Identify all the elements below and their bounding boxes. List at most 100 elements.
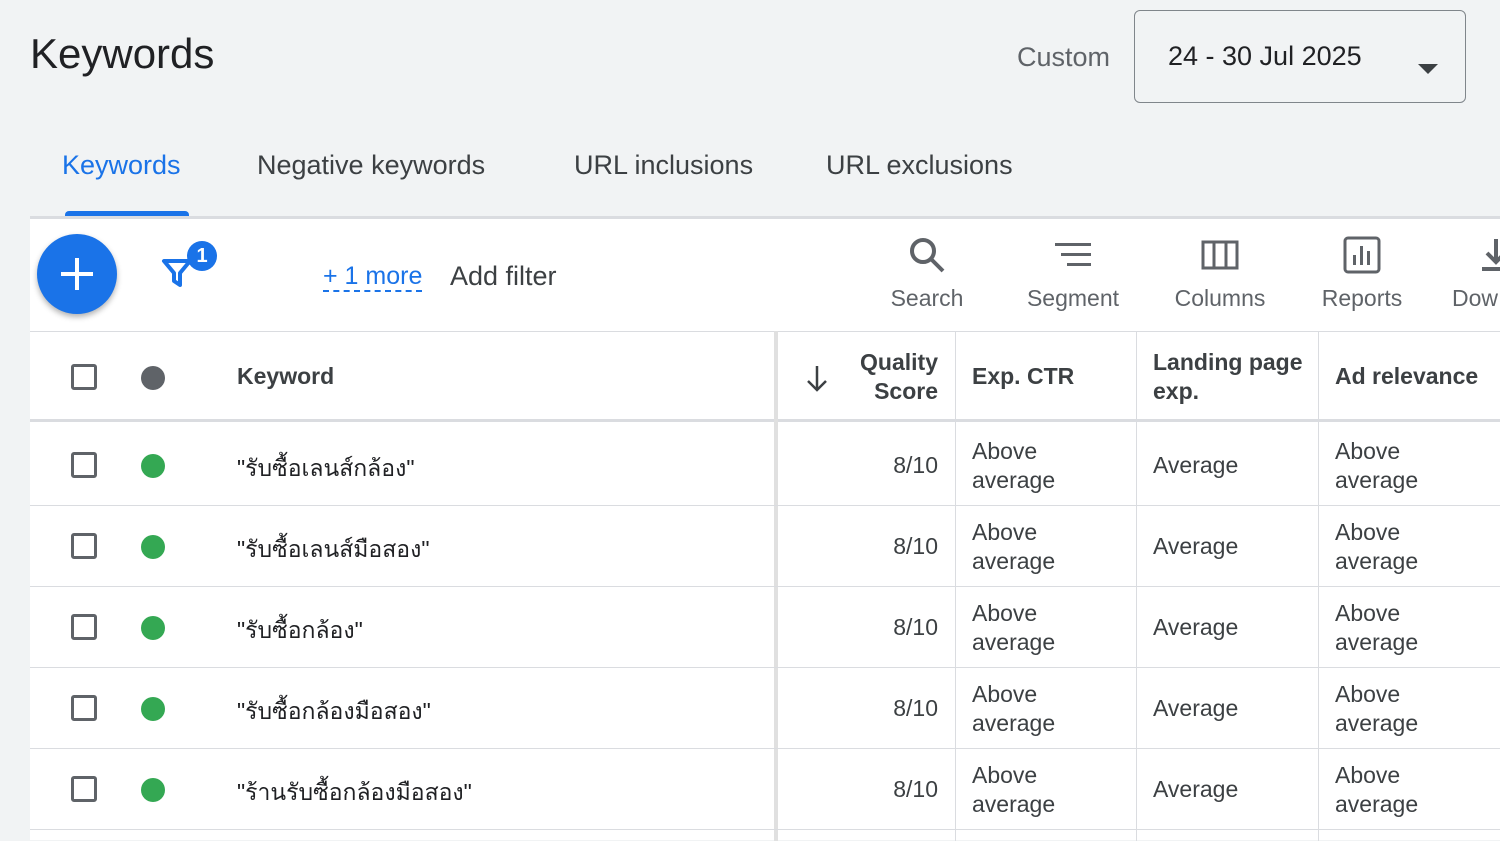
exp-ctr-column-header[interactable]: Exp. CTR (972, 363, 1074, 390)
tab-url-inclusions[interactable]: URL inclusions (574, 150, 753, 181)
download-icon (1482, 239, 1500, 271)
keyword-column-header[interactable]: Keyword (237, 363, 334, 390)
ad-relevance-line2: average (1335, 548, 1419, 574)
status-header-icon[interactable] (141, 366, 165, 390)
columns-button[interactable]: Columns (1168, 235, 1272, 312)
ad-relevance-value: Above average (1335, 680, 1418, 738)
tab-bar: Keywords Negative keywords URL inclusion… (30, 150, 1500, 218)
landing-header-line2: exp. (1153, 378, 1200, 404)
download-label: Dow (1452, 285, 1499, 311)
ad-relevance-line1: Above (1335, 681, 1401, 707)
landing-page-value: Average (1153, 614, 1239, 640)
quality-score-value: 8/10 (893, 614, 938, 640)
landing-page-value: Average (1153, 533, 1239, 559)
enabled-status-dot[interactable] (141, 697, 165, 721)
ad-relevance-value: Above average (1335, 437, 1418, 495)
table-row[interactable]: "ร้านรับซื้อกล้องมือสอง" 8/10 Above avera… (30, 749, 1500, 830)
columns-label: Columns (1174, 285, 1266, 311)
ad-relevance-column-header[interactable]: Ad relevance (1335, 363, 1478, 390)
row-checkbox[interactable] (71, 695, 97, 721)
page-title: Keywords (30, 30, 215, 77)
exp-ctr-value: Above average (972, 761, 1055, 819)
ad-relevance-value: Above average (1335, 761, 1418, 819)
enabled-status-dot[interactable] (141, 616, 165, 640)
landing-page-value: Average (1153, 452, 1239, 478)
keyword-text[interactable]: "ร้านรับซื้อกล้องมือสอง" (237, 775, 472, 811)
exp-ctr-line1: Above (972, 762, 1038, 788)
reports-label: Reports (1321, 285, 1403, 311)
exp-ctr-value: Above average (972, 518, 1055, 576)
enabled-status-dot[interactable] (141, 454, 165, 478)
ad-relevance-line1: Above (1335, 519, 1401, 545)
quality-score-header-line2: Score (874, 378, 938, 404)
add-keyword-button[interactable] (37, 234, 117, 314)
exp-ctr-line2: average (972, 548, 1056, 574)
landing-header-line1: Landing page (1153, 349, 1303, 375)
keywords-table-panel: 1 + 1 more Add filter Search Segment Col… (30, 219, 1500, 841)
landing-page-value: Average (1153, 776, 1239, 802)
quality-score-column-header[interactable]: Quality Score (860, 348, 938, 406)
exp-ctr-line1: Above (972, 681, 1038, 707)
date-range-label: Custom (1017, 42, 1111, 72)
table-header-row: Keyword Quality Score Exp. CTR Landing p… (30, 331, 1500, 422)
exp-ctr-line1: Above (972, 438, 1038, 464)
keyword-text[interactable]: "รับซื้อเลนส์กล้อง" (237, 451, 415, 487)
row-checkbox[interactable] (71, 452, 97, 478)
more-filters-link[interactable]: + 1 more (323, 262, 423, 292)
ad-relevance-line1: Above (1335, 438, 1401, 464)
reports-icon (1343, 236, 1381, 274)
exp-ctr-line2: average (972, 710, 1056, 736)
quality-score-value: 8/10 (893, 533, 938, 559)
exp-ctr-line1: Above (972, 600, 1038, 626)
reports-button[interactable]: Reports (1314, 235, 1410, 312)
dropdown-arrow-icon (1418, 64, 1438, 74)
keyword-text[interactable]: "รับซื้อกล้อง" (237, 613, 363, 649)
exp-ctr-line2: average (972, 467, 1056, 493)
select-all-checkbox[interactable] (71, 364, 97, 390)
date-range-picker[interactable]: 24 - 30 Jul 2025 (1134, 10, 1466, 103)
add-filter-button[interactable]: Add filter (450, 261, 557, 292)
exp-ctr-line1: Above (972, 519, 1038, 545)
exp-ctr-line2: average (972, 791, 1056, 817)
segment-label: Segment (1026, 285, 1120, 311)
quality-score-value: 8/10 (893, 776, 938, 802)
ad-relevance-line1: Above (1335, 762, 1401, 788)
ad-relevance-value: Above average (1335, 599, 1418, 657)
table-row[interactable]: "รับซื้อเลนส์กล้อง" 8/10 Above average Av… (30, 425, 1500, 506)
filter-count-badge: 1 (187, 241, 217, 271)
quality-score-value: 8/10 (893, 452, 938, 478)
enabled-status-dot[interactable] (141, 778, 165, 802)
tab-url-exclusions[interactable]: URL exclusions (826, 150, 1013, 181)
exp-ctr-value: Above average (972, 680, 1055, 738)
exp-ctr-value: Above average (972, 599, 1055, 657)
sort-down-arrow-icon[interactable] (804, 364, 830, 394)
tab-negative-keywords[interactable]: Negative keywords (257, 150, 485, 181)
ad-relevance-value: Above average (1335, 518, 1418, 576)
enabled-status-dot[interactable] (141, 535, 165, 559)
ad-relevance-line2: average (1335, 467, 1419, 493)
table-row[interactable]: "รับซื้อกล้องมือสอง" 8/10 Above average A… (30, 668, 1500, 749)
download-button[interactable]: Dow (1452, 235, 1500, 312)
filter-button[interactable]: 1 (160, 241, 220, 291)
segment-button[interactable]: Segment (1020, 235, 1126, 312)
search-icon (910, 238, 945, 273)
row-checkbox[interactable] (71, 533, 97, 559)
columns-icon (1201, 240, 1239, 270)
tab-keywords[interactable]: Keywords (62, 150, 181, 181)
search-label: Search (890, 285, 964, 311)
segment-icon (1055, 243, 1091, 266)
table-row[interactable]: "รับซื้อกล้อง" 8/10 Above average Average… (30, 587, 1500, 668)
plus-icon (61, 258, 93, 290)
keyword-text[interactable]: "รับซื้อกล้องมือสอง" (237, 694, 431, 730)
keyword-text[interactable]: "รับซื้อเลนส์มือสอง" (237, 532, 429, 568)
ad-relevance-line2: average (1335, 791, 1419, 817)
row-checkbox[interactable] (71, 614, 97, 640)
ad-relevance-line1: Above (1335, 600, 1401, 626)
table-row[interactable]: "รับซื้อเลนส์มือสอง" 8/10 Above average A… (30, 506, 1500, 587)
quality-score-header-line1: Quality (860, 349, 938, 375)
search-button[interactable]: Search (886, 235, 968, 312)
ad-relevance-line2: average (1335, 629, 1419, 655)
exp-ctr-value: Above average (972, 437, 1055, 495)
row-checkbox[interactable] (71, 776, 97, 802)
landing-page-column-header[interactable]: Landing page exp. (1153, 348, 1303, 406)
